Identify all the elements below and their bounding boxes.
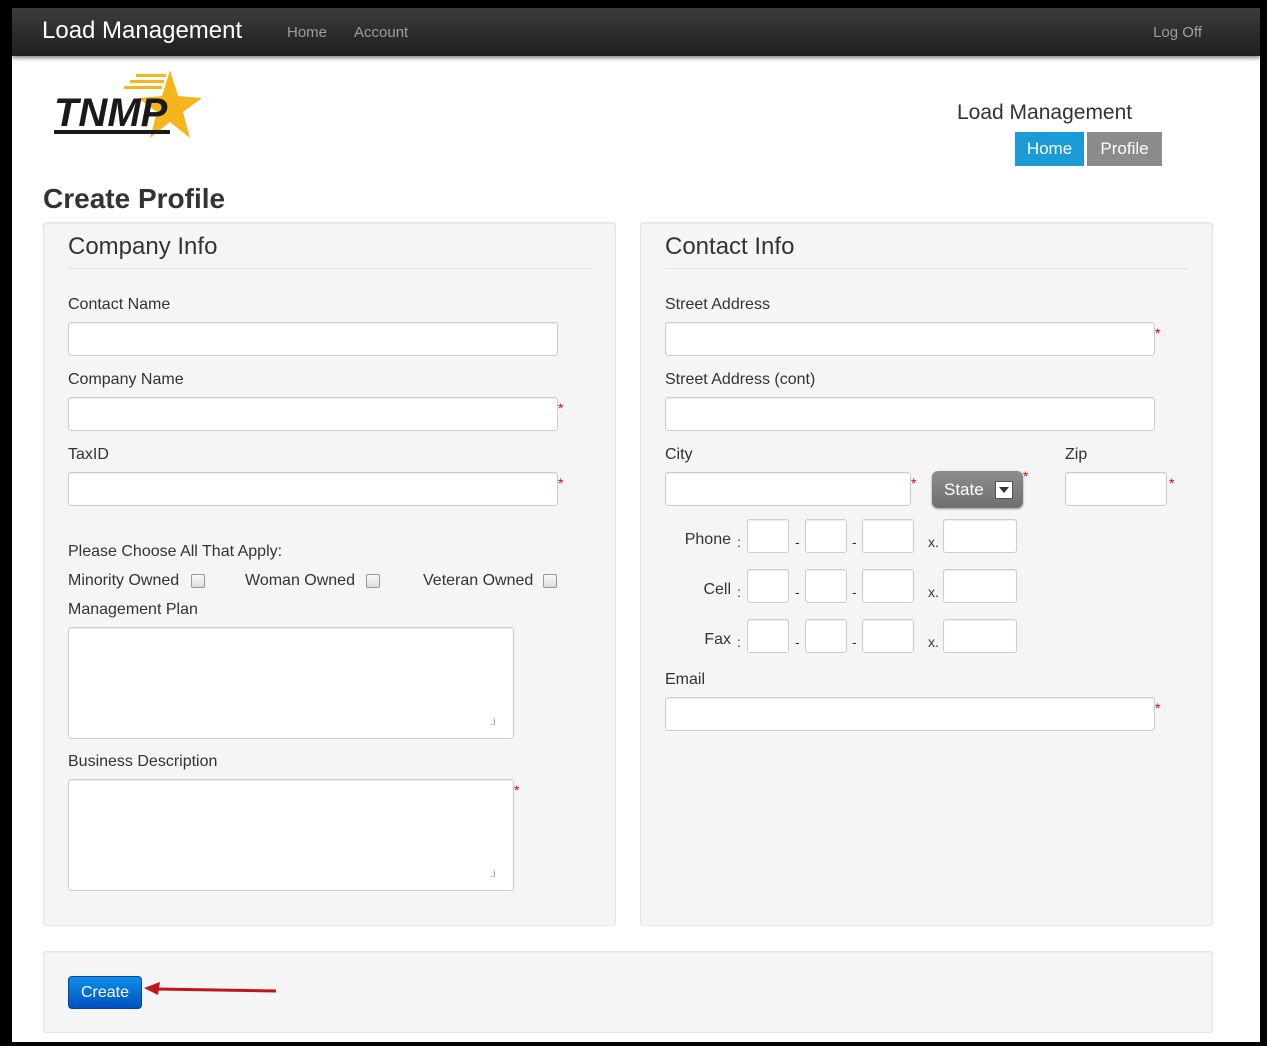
top-navbar: Load Management Home Account Log Off bbox=[12, 8, 1260, 56]
street-address-label: Street Address bbox=[665, 296, 770, 313]
chevron-down-icon bbox=[995, 481, 1013, 499]
required-marker: * bbox=[1155, 325, 1161, 341]
log-off-link[interactable]: Log Off bbox=[1153, 24, 1202, 41]
company-name-label: Company Name bbox=[68, 371, 184, 388]
management-plan-label: Management Plan bbox=[68, 601, 198, 618]
required-marker: * bbox=[1023, 468, 1029, 484]
minority-owned-checkbox[interactable] bbox=[191, 574, 205, 588]
resize-grip-icon[interactable]: .:i bbox=[490, 717, 496, 728]
contact-name-label: Contact Name bbox=[68, 296, 171, 313]
choose-label: Please Choose All That Apply: bbox=[68, 543, 283, 560]
header-title: Load Management bbox=[957, 101, 1133, 124]
woman-owned-checkbox[interactable] bbox=[366, 574, 380, 588]
colon: : bbox=[737, 534, 741, 550]
page-title: Create Profile bbox=[43, 183, 226, 214]
email-input[interactable] bbox=[665, 697, 1155, 731]
email-label: Email bbox=[665, 671, 706, 688]
fax-label: Fax bbox=[704, 631, 731, 648]
app-window: Load Management Home Account Log Off TNM… bbox=[12, 8, 1260, 1042]
contact-info-title: Contact Info bbox=[665, 233, 795, 260]
phone-ext-input[interactable] bbox=[943, 519, 1017, 553]
required-marker: * bbox=[514, 782, 520, 798]
dash: - bbox=[852, 634, 857, 650]
veteran-owned-label: Veteran Owned bbox=[423, 572, 534, 589]
ext-label: x. bbox=[928, 634, 939, 650]
ext-label: x. bbox=[928, 584, 939, 600]
form-actions-panel: Create bbox=[43, 951, 1213, 1033]
dash: - bbox=[795, 634, 800, 650]
dash: - bbox=[795, 534, 800, 550]
zip-label: Zip bbox=[1065, 446, 1088, 463]
city-label: City bbox=[665, 446, 693, 463]
company-info-panel: Company Info Contact Name Company Name *… bbox=[43, 222, 616, 926]
woman-owned-label: Woman Owned bbox=[245, 572, 355, 589]
nav-link-home[interactable]: Home bbox=[287, 24, 327, 41]
fax-ext-input[interactable] bbox=[943, 619, 1017, 653]
business-description-label: Business Description bbox=[68, 753, 218, 770]
ext-label: x. bbox=[928, 534, 939, 550]
contact-info-panel: Contact Info Street Address * Street Add… bbox=[640, 222, 1213, 926]
create-button[interactable]: Create bbox=[68, 976, 142, 1009]
divider bbox=[665, 268, 1189, 269]
divider bbox=[68, 268, 592, 269]
required-marker: * bbox=[911, 475, 917, 491]
required-marker: * bbox=[1155, 700, 1161, 716]
management-plan-textarea[interactable] bbox=[68, 627, 514, 739]
business-description-textarea[interactable] bbox=[68, 779, 514, 891]
street-address-cont-input[interactable] bbox=[665, 397, 1155, 431]
colon: : bbox=[737, 584, 741, 600]
dash: - bbox=[852, 584, 857, 600]
dash: - bbox=[852, 534, 857, 550]
state-select[interactable]: State bbox=[932, 471, 1023, 508]
phone-area-input[interactable] bbox=[747, 519, 789, 553]
state-select-value: State bbox=[944, 480, 984, 499]
street-address-input[interactable] bbox=[665, 322, 1155, 356]
cell-ext-input[interactable] bbox=[943, 569, 1017, 603]
company-info-title: Company Info bbox=[68, 233, 218, 260]
required-marker: * bbox=[558, 400, 564, 416]
veteran-owned-checkbox[interactable] bbox=[543, 574, 557, 588]
cell-label: Cell bbox=[703, 581, 731, 598]
phone-line-input[interactable] bbox=[862, 519, 914, 553]
required-marker: * bbox=[1169, 475, 1175, 491]
tnmp-logo: TNMP bbox=[52, 68, 202, 140]
cell-prefix-input[interactable] bbox=[805, 569, 847, 603]
contact-name-input[interactable] bbox=[68, 322, 558, 356]
resize-grip-icon[interactable]: .:i bbox=[490, 869, 496, 880]
company-name-input[interactable] bbox=[68, 397, 558, 431]
logo-text: TNMP bbox=[54, 91, 168, 135]
dash: - bbox=[795, 584, 800, 600]
nav-link-account[interactable]: Account bbox=[354, 24, 408, 41]
profile-button[interactable]: Profile bbox=[1087, 132, 1162, 166]
annotation-arrow-icon bbox=[144, 982, 277, 995]
city-input[interactable] bbox=[665, 472, 911, 506]
home-button[interactable]: Home bbox=[1015, 132, 1084, 166]
taxid-input[interactable] bbox=[68, 472, 558, 506]
required-marker: * bbox=[558, 475, 564, 491]
fax-prefix-input[interactable] bbox=[805, 619, 847, 653]
zip-input[interactable] bbox=[1065, 472, 1167, 506]
navbar-brand[interactable]: Load Management bbox=[42, 17, 242, 45]
colon: : bbox=[737, 634, 741, 650]
phone-label: Phone bbox=[684, 531, 731, 548]
street-address-cont-label: Street Address (cont) bbox=[665, 371, 816, 388]
fax-line-input[interactable] bbox=[862, 619, 914, 653]
phone-prefix-input[interactable] bbox=[805, 519, 847, 553]
minority-owned-label: Minority Owned bbox=[68, 572, 180, 589]
cell-line-input[interactable] bbox=[862, 569, 914, 603]
cell-area-input[interactable] bbox=[747, 569, 789, 603]
taxid-label: TaxID bbox=[68, 446, 109, 463]
fax-area-input[interactable] bbox=[747, 619, 789, 653]
